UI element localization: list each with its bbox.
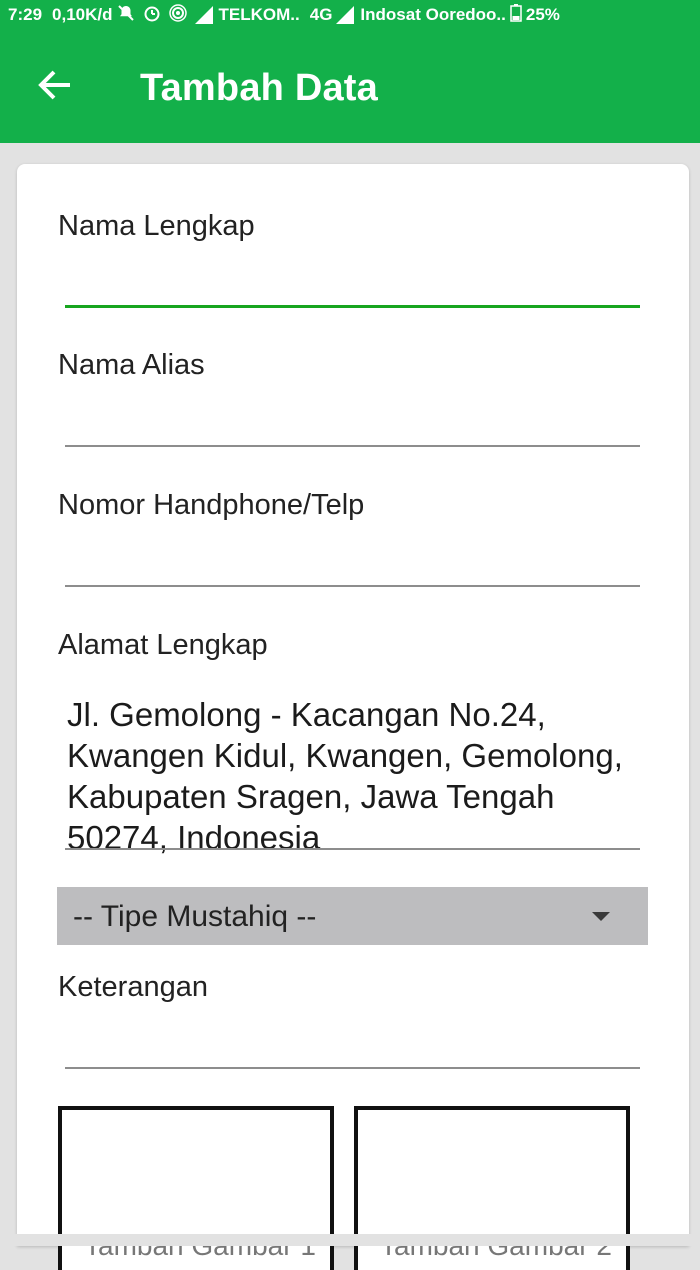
status-network-type: 4G <box>309 5 333 24</box>
alarm-icon <box>143 4 161 27</box>
status-carrier2: Indosat Ooredoo.. <box>360 5 506 24</box>
signal-icon <box>194 6 213 24</box>
app-bar: Tambah Data <box>0 30 700 143</box>
status-time: 7:29 <box>8 5 43 24</box>
status-battery: 25% <box>525 5 560 24</box>
battery-icon <box>510 3 522 27</box>
nama-alias-underline <box>65 445 640 447</box>
tipe-mustahiq-selected: -- Tipe Mustahiq -- <box>73 900 317 933</box>
nomor-telp-label: Nomor Handphone/Telp <box>58 489 365 521</box>
nama-lengkap-underline <box>65 305 640 308</box>
nomor-telp-input[interactable] <box>65 539 644 581</box>
nomor-telp-underline <box>65 585 640 587</box>
back-button[interactable] <box>30 60 80 110</box>
signal-icon-2 <box>336 6 355 24</box>
status-bar: 7:29 0,10K/d TELKOM.. 4G Indosat Ooredoo… <box>0 0 700 30</box>
status-carrier1: TELKOM.. <box>218 5 300 24</box>
keterangan-label: Keterangan <box>58 971 208 1003</box>
hotspot-icon <box>168 3 187 27</box>
mute-icon <box>117 4 135 27</box>
nama-alias-label: Nama Alias <box>58 349 205 381</box>
page-title: Tambah Data <box>140 67 378 109</box>
nama-lengkap-input[interactable] <box>65 259 644 301</box>
alamat-underline <box>65 848 640 850</box>
nama-alias-input[interactable] <box>65 399 644 441</box>
tipe-mustahiq-dropdown[interactable]: -- Tipe Mustahiq -- <box>57 887 648 945</box>
keterangan-underline <box>65 1067 640 1069</box>
status-net-speed: 0,10K/d <box>52 5 113 24</box>
caret-down-icon <box>592 912 610 921</box>
form-card: Nama Lengkap Nama Alias Nomor Handphone/… <box>17 164 689 1270</box>
alamat-input[interactable]: Jl. Gemolong - Kacangan No.24, Kwangen K… <box>67 694 647 858</box>
alamat-label: Alamat Lengkap <box>58 629 268 661</box>
bottom-edge <box>0 1234 700 1246</box>
arrow-left-icon <box>38 70 70 100</box>
keterangan-input[interactable] <box>65 1020 644 1062</box>
nama-lengkap-label: Nama Lengkap <box>58 210 255 242</box>
